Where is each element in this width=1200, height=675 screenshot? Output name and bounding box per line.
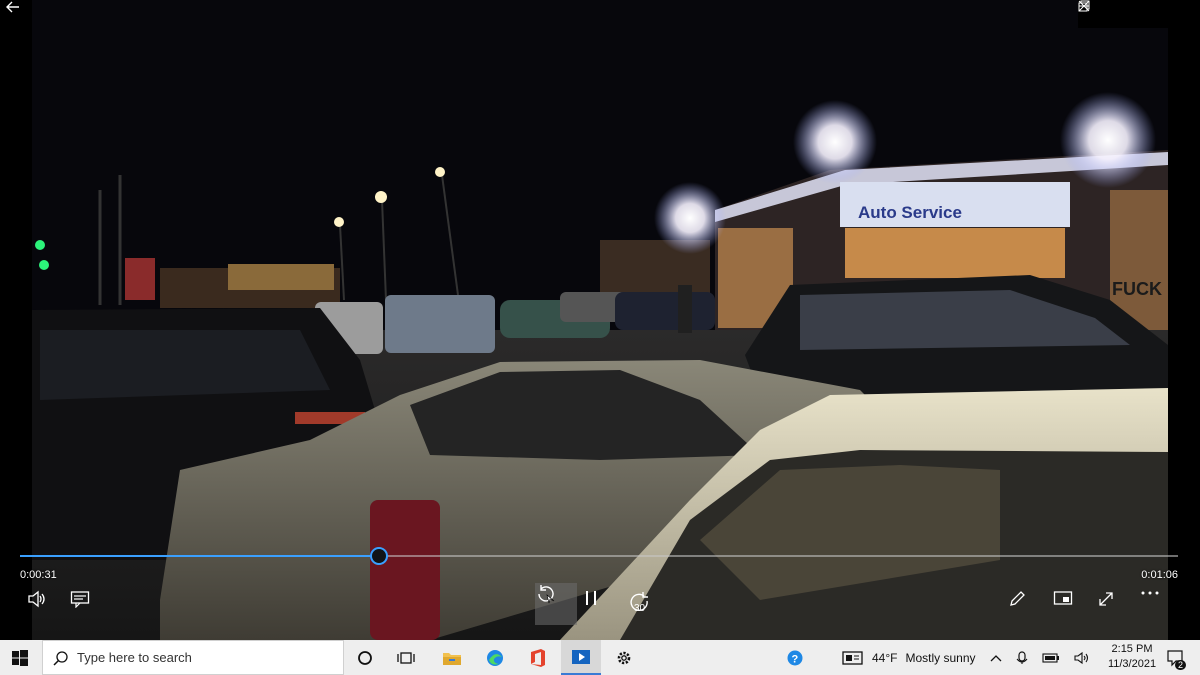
clock-time: 2:15 PM bbox=[1111, 643, 1153, 655]
office-button[interactable] bbox=[518, 640, 558, 675]
seek-bar[interactable] bbox=[20, 547, 1178, 565]
back-button[interactable] bbox=[6, 0, 36, 28]
weather-widget[interactable]: 44°F Mostly sunny bbox=[842, 640, 976, 675]
video-frame[interactable]: Auto Service FUCK 0:00:31 0:01:06 30 bbox=[0, 0, 1200, 640]
svg-text:?: ? bbox=[792, 653, 799, 665]
movies-tv-button[interactable] bbox=[561, 640, 601, 675]
action-center-button[interactable]: 2 bbox=[1155, 640, 1195, 675]
skip-forward-button[interactable]: 30 bbox=[628, 590, 660, 622]
file-explorer-button[interactable] bbox=[432, 640, 472, 675]
window-controls bbox=[1078, 0, 1168, 28]
restore-button[interactable] bbox=[1078, 0, 1138, 28]
volume-button[interactable] bbox=[27, 590, 59, 622]
pause-button[interactable] bbox=[584, 590, 616, 622]
meet-now-icon[interactable] bbox=[1016, 650, 1028, 665]
edge-button[interactable] bbox=[475, 640, 515, 675]
taskbar: Type here to search ? 44°F Mostly sunny … bbox=[0, 640, 1200, 675]
skip-back-button[interactable] bbox=[535, 583, 577, 625]
settings-icon bbox=[617, 651, 631, 664]
captions-icon bbox=[70, 591, 90, 608]
battery-icon[interactable] bbox=[1042, 652, 1060, 663]
more-icon bbox=[1141, 591, 1159, 595]
movies-tv-icon bbox=[572, 649, 590, 664]
time-current: 0:00:31 bbox=[20, 569, 57, 581]
notification-badge: 2 bbox=[1174, 660, 1186, 670]
windows-logo-icon bbox=[12, 649, 28, 666]
search-placeholder: Type here to search bbox=[77, 650, 192, 665]
clock[interactable]: 2:15 PM 11/3/2021 bbox=[1102, 642, 1162, 672]
office-icon bbox=[531, 648, 545, 667]
close-button[interactable] bbox=[1078, 0, 1168, 28]
chevron-up-icon[interactable] bbox=[990, 654, 1002, 662]
taskbar-search[interactable]: Type here to search bbox=[42, 640, 344, 675]
seek-bar-progress bbox=[20, 555, 379, 557]
file-explorer-icon bbox=[443, 652, 461, 665]
cortana-icon bbox=[358, 650, 372, 665]
task-view-icon bbox=[397, 651, 415, 664]
help-button[interactable]: ? bbox=[775, 640, 815, 675]
skip-back-10-icon bbox=[538, 585, 555, 604]
more-options-button[interactable] bbox=[1141, 590, 1173, 622]
speaker-icon[interactable] bbox=[1074, 651, 1090, 665]
news-weather-icon bbox=[842, 650, 863, 665]
edit-button[interactable] bbox=[1008, 590, 1040, 622]
video-scene: Auto Service FUCK bbox=[0, 0, 1200, 640]
search-icon bbox=[53, 650, 68, 666]
weather-temp: 44°F bbox=[872, 650, 898, 665]
cortana-button[interactable] bbox=[345, 640, 385, 675]
settings-button[interactable] bbox=[604, 640, 644, 675]
mini-view-icon bbox=[1053, 591, 1073, 605]
skip-forward-label: 30 bbox=[634, 603, 646, 614]
task-view-button[interactable] bbox=[386, 640, 426, 675]
time-total: 0:01:06 bbox=[1141, 569, 1178, 581]
clock-date: 11/3/2021 bbox=[1107, 658, 1157, 670]
fullscreen-icon bbox=[1099, 592, 1113, 606]
pause-icon bbox=[586, 591, 596, 605]
volume-icon bbox=[28, 590, 45, 608]
scene-sign-text: Auto Service bbox=[858, 203, 962, 222]
help-icon: ? bbox=[787, 650, 803, 665]
weather-desc: Mostly sunny bbox=[905, 650, 976, 665]
edge-icon bbox=[487, 649, 503, 666]
skip-forward-30-icon: 30 bbox=[630, 592, 648, 614]
scene-graffiti-text: FUCK bbox=[1112, 279, 1162, 299]
captions-button[interactable] bbox=[70, 590, 102, 622]
mini-view-button[interactable] bbox=[1053, 590, 1085, 622]
system-tray bbox=[990, 640, 1090, 675]
close-icon bbox=[1078, 0, 1090, 12]
back-arrow-icon bbox=[6, 1, 19, 13]
start-button[interactable] bbox=[0, 640, 40, 675]
seek-thumb[interactable] bbox=[369, 547, 388, 565]
pencil-icon bbox=[1010, 591, 1025, 606]
fullscreen-button[interactable] bbox=[1097, 590, 1129, 622]
